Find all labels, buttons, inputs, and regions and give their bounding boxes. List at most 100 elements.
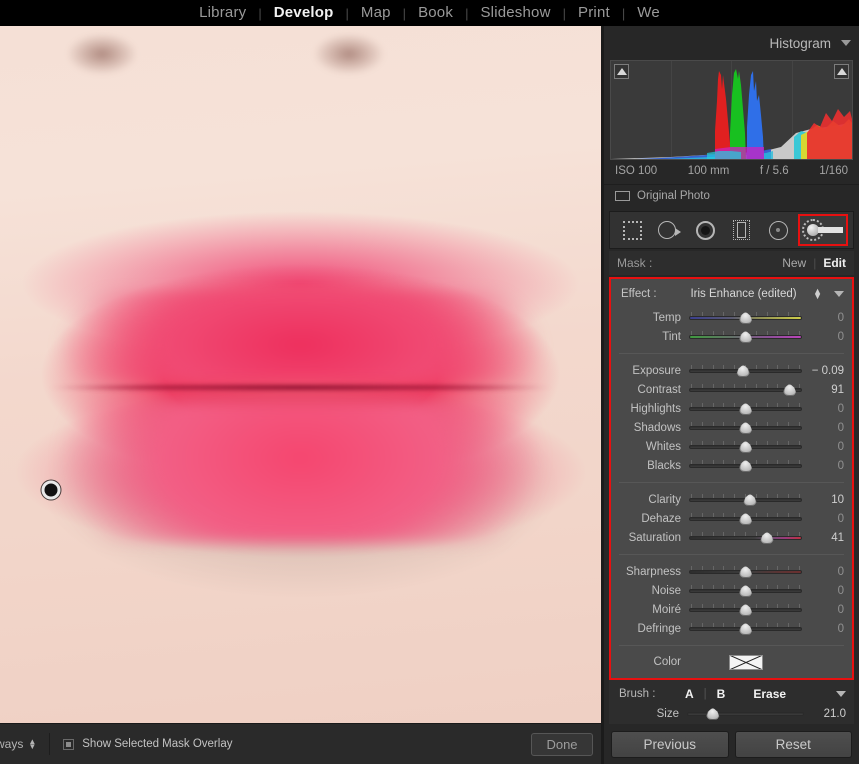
slider-label-clarity: Clarity xyxy=(648,493,681,506)
slider-value-saturation[interactable]: 41 xyxy=(802,532,844,544)
previous-button[interactable]: Previous xyxy=(611,730,729,758)
histogram-container xyxy=(604,60,859,160)
slider-highlights[interactable] xyxy=(689,402,802,416)
slider-value-temp[interactable]: 0 xyxy=(802,312,844,324)
effect-chevron-down-icon[interactable] xyxy=(834,291,844,297)
color-swatch[interactable] xyxy=(728,654,763,670)
mask-new-button[interactable]: New xyxy=(782,256,806,270)
slider-track-saturation xyxy=(689,535,802,540)
slider-value-shadows[interactable]: 0 xyxy=(802,422,844,434)
tool-red-eye-correction[interactable] xyxy=(688,215,722,245)
slider-value-defringe[interactable]: 0 xyxy=(802,623,844,635)
stepper-icon: ▲ ▼ xyxy=(28,737,37,751)
histogram-header[interactable]: Histogram xyxy=(604,26,859,60)
brush-mask-pin[interactable] xyxy=(41,480,61,500)
module-item-slideshow[interactable]: Slideshow xyxy=(468,0,562,26)
brush-erase-button[interactable]: Erase xyxy=(753,687,786,701)
tool-strip xyxy=(609,211,854,249)
slider-label-defringe: Defringe xyxy=(637,622,681,635)
triangle-up-icon xyxy=(616,68,627,75)
mask-row: Mask : New | Edit xyxy=(609,251,854,275)
mask-divider: | xyxy=(813,256,817,270)
slider-defringe[interactable] xyxy=(689,622,802,636)
brush-size-row: Size 21.0 xyxy=(609,704,854,723)
module-item-we[interactable]: We xyxy=(625,0,672,26)
slider-label-temp: Temp xyxy=(652,311,681,324)
highlight-clipping-indicator[interactable] xyxy=(834,64,849,79)
slider-group: Clarity 10 Dehaze 0 Saturation 41 xyxy=(611,487,852,550)
effect-preset-value[interactable]: Iris Enhance (edited) xyxy=(677,288,810,300)
slider-row-contrast: Contrast 91 xyxy=(611,380,852,399)
slider-value-moir[interactable]: 0 xyxy=(802,604,844,616)
right-panel: Histogram ISO 100 100 mm f / 5.6 1/160 O… xyxy=(604,26,859,735)
lip-line xyxy=(48,384,553,390)
group-separator xyxy=(619,554,844,555)
module-item-book[interactable]: Book xyxy=(406,0,465,26)
histogram[interactable] xyxy=(610,60,853,160)
slider-label-dehaze: Dehaze xyxy=(641,512,681,525)
tool-graduated-filter[interactable] xyxy=(725,215,759,245)
reset-button[interactable]: Reset xyxy=(734,730,852,758)
slider-dehaze[interactable] xyxy=(689,512,802,526)
slider-row-highlights: Highlights 0 xyxy=(611,399,852,418)
show-selected-mask-overlay-checkbox[interactable]: Show Selected Mask Overlay xyxy=(63,738,232,750)
slider-exposure[interactable] xyxy=(689,364,802,378)
radial-filter-icon xyxy=(768,220,788,240)
slider-tint[interactable] xyxy=(689,330,802,344)
slider-whites[interactable] xyxy=(689,440,802,454)
color-row[interactable]: Color xyxy=(611,650,852,674)
slider-blacks[interactable] xyxy=(689,459,802,473)
slider-value-contrast[interactable]: 91 xyxy=(802,384,844,396)
image-bottom-toolbar: ways ▲ ▼ Show Selected Mask Overlay Done xyxy=(0,723,601,764)
slider-value-noise[interactable]: 0 xyxy=(802,585,844,597)
module-item-develop[interactable]: Develop xyxy=(262,0,346,26)
mask-edit-button[interactable]: Edit xyxy=(823,256,846,270)
slider-value-exposure[interactable]: − 0.09 xyxy=(802,365,844,377)
slider-clarity[interactable] xyxy=(689,493,802,507)
color-label: Color xyxy=(653,656,681,668)
slider-temp[interactable] xyxy=(689,311,802,325)
chevron-down-icon[interactable] xyxy=(841,40,851,46)
slider-label-blacks: Blacks xyxy=(647,459,681,472)
brush-chevron-down-icon[interactable] xyxy=(836,690,846,697)
tool-crop-overlay[interactable] xyxy=(615,215,649,245)
slider-value-sharpness[interactable]: 0 xyxy=(802,566,844,578)
tool-radial-filter[interactable] xyxy=(761,215,795,245)
red-eye-icon xyxy=(695,220,715,240)
brush-size-knob[interactable] xyxy=(706,707,720,720)
shadow-clipping-indicator[interactable] xyxy=(614,64,629,79)
tool-spot-removal[interactable] xyxy=(652,215,686,245)
slider-value-tint[interactable]: 0 xyxy=(802,331,844,343)
slider-label-moir: Moiré xyxy=(652,603,681,616)
show-selected-mask-overlay-label: Show Selected Mask Overlay xyxy=(82,738,233,750)
module-item-print[interactable]: Print xyxy=(566,0,622,26)
group-separator xyxy=(619,645,844,646)
image-preview-stage[interactable] xyxy=(0,26,601,723)
done-button[interactable]: Done xyxy=(531,733,593,756)
lightroom-develop-window: Library | Develop | Map | Book | Slideshow | Print… xyxy=(0,0,859,764)
brush-size-slider[interactable] xyxy=(687,707,804,721)
slider-moir[interactable] xyxy=(689,603,802,617)
tool-adjustment-brush[interactable] xyxy=(797,214,848,246)
slider-shadows[interactable] xyxy=(689,421,802,435)
original-photo-row[interactable]: Original Photo xyxy=(604,184,859,209)
slider-row-defringe: Defringe 0 xyxy=(611,619,852,638)
slider-contrast[interactable] xyxy=(689,383,802,397)
module-item-library[interactable]: Library xyxy=(187,0,258,26)
slider-noise[interactable] xyxy=(689,584,802,598)
effect-stepper-icon[interactable]: ▲ ▼ xyxy=(813,287,822,301)
checkbox-icon[interactable] xyxy=(63,738,75,750)
slider-saturation[interactable] xyxy=(689,531,802,545)
slider-value-highlights[interactable]: 0 xyxy=(802,403,844,415)
slider-ticks-clarity xyxy=(691,493,800,498)
brush-b-button[interactable]: B xyxy=(707,687,736,701)
slider-value-clarity[interactable]: 10 xyxy=(802,494,844,506)
module-item-map[interactable]: Map xyxy=(349,0,403,26)
slider-value-whites[interactable]: 0 xyxy=(802,441,844,453)
brush-a-button[interactable]: A xyxy=(675,687,704,701)
slider-value-blacks[interactable]: 0 xyxy=(802,460,844,472)
overlay-mode-select[interactable]: ways ▲ ▼ xyxy=(0,737,36,751)
slider-value-dehaze[interactable]: 0 xyxy=(802,513,844,525)
slider-sharpness[interactable] xyxy=(689,565,802,579)
lower-lip xyxy=(0,402,601,542)
